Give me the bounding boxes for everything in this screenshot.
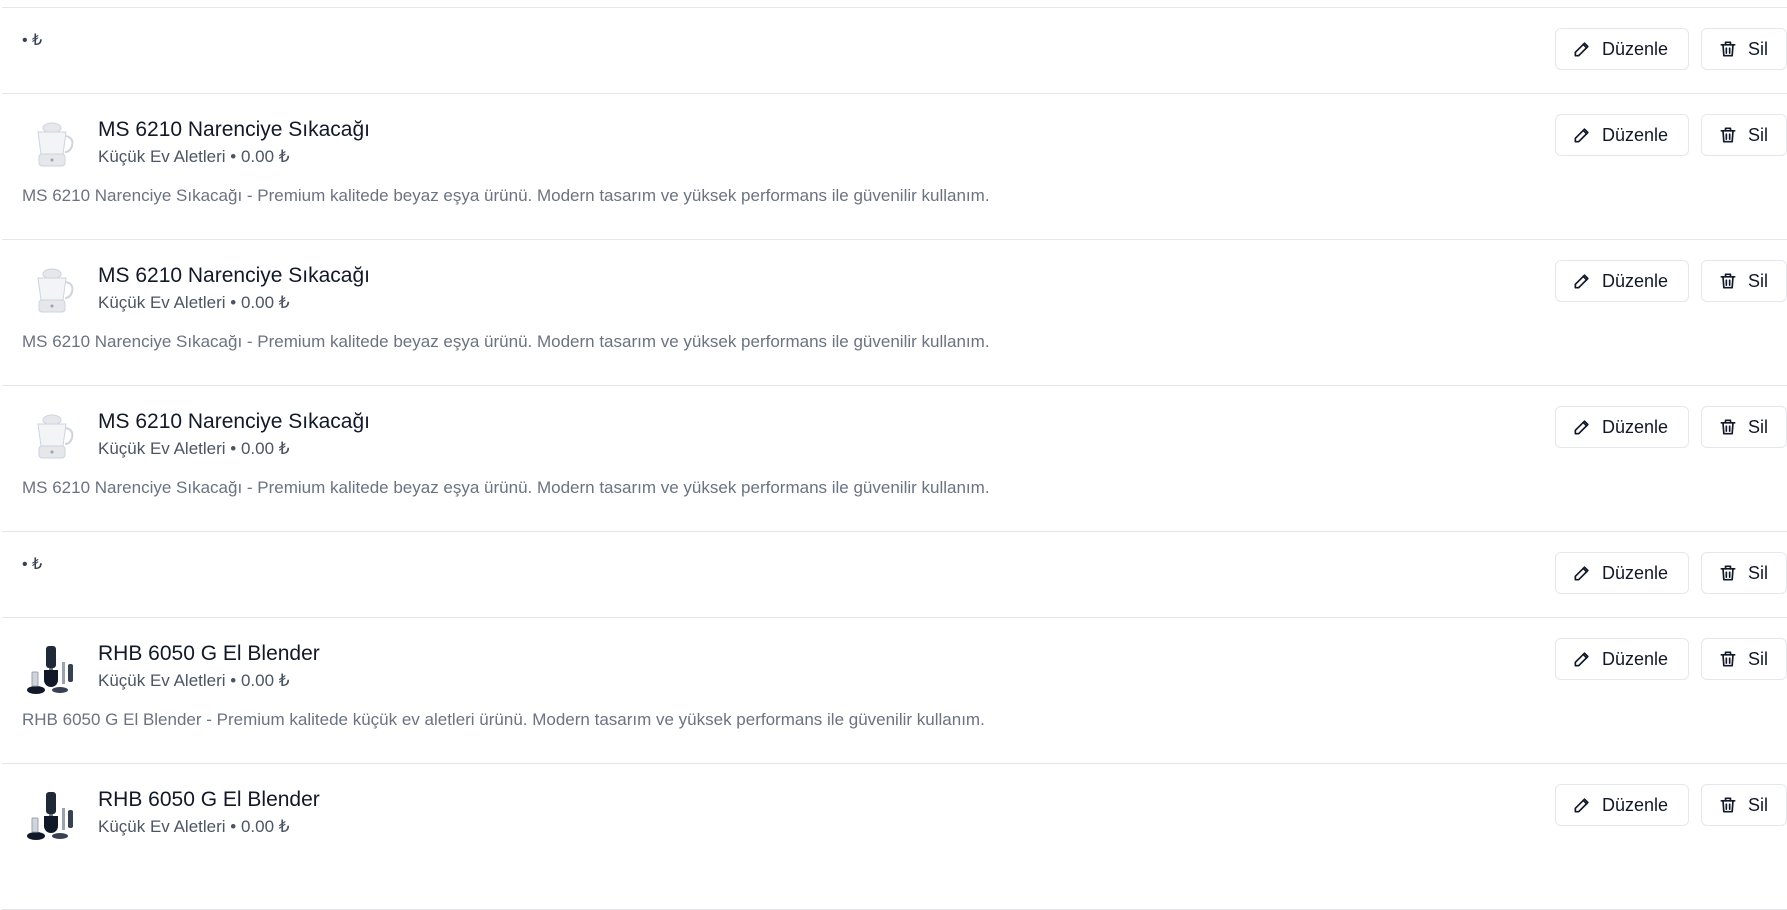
trash-icon: [1720, 273, 1736, 289]
row-actions: Düzenle Sil: [1555, 114, 1787, 156]
trash-icon: [1720, 565, 1736, 581]
product-title: MS 6210 Narenciye Sıkacağı: [98, 118, 370, 141]
product-row: MS 6210 Narenciye Sıkacağı Küçük Ev Alet…: [2, 94, 1787, 240]
edit-button[interactable]: Düzenle: [1555, 28, 1689, 70]
product-title: MS 6210 Narenciye Sıkacağı: [98, 264, 370, 287]
edit-button[interactable]: Düzenle: [1555, 114, 1689, 156]
product-list: • ₺ Düzenle Sil MS 6210 Narenciye Sıkaca…: [2, 7, 1787, 910]
product-description: MS 6210 Narenciye Sıkacağı - Premium kal…: [22, 332, 990, 351]
trash-icon: [1720, 127, 1736, 143]
delete-button-label: Sil: [1748, 124, 1769, 145]
row-actions: Düzenle Sil: [1555, 28, 1787, 70]
product-description: RHB 6050 G El Blender - Premium kalitede…: [22, 710, 985, 729]
edit-button-label: Düzenle: [1602, 416, 1669, 437]
product-title: MS 6210 Narenciye Sıkacağı: [98, 410, 370, 433]
edit-button[interactable]: Düzenle: [1555, 552, 1689, 594]
product-subtitle: Küçük Ev Aletleri • 0.00 ₺: [98, 671, 290, 690]
product-row: RHB 6050 G El Blender Küçük Ev Aletleri …: [2, 618, 1787, 764]
edit-button-label: Düzenle: [1602, 648, 1669, 669]
delete-button-label: Sil: [1748, 38, 1769, 59]
product-row: MS 6210 Narenciye Sıkacağı Küçük Ev Alet…: [2, 240, 1787, 386]
juicer-product-image: [37, 122, 74, 167]
row-actions: Düzenle Sil: [1555, 784, 1787, 826]
delete-button-label: Sil: [1748, 562, 1769, 583]
product-row: RHB 6050 G El Blender Küçük Ev Aletleri …: [2, 764, 1787, 910]
trash-icon: [1720, 419, 1736, 435]
trash-icon: [1720, 651, 1736, 667]
edit-button-label: Düzenle: [1602, 124, 1669, 145]
product-meta: • ₺: [22, 32, 43, 49]
trash-icon: [1720, 797, 1736, 813]
pencil-icon: [1574, 42, 1589, 57]
product-row: • ₺ Düzenle Sil: [2, 532, 1787, 618]
product-subtitle: Küçük Ev Aletleri • 0.00 ₺: [98, 147, 290, 166]
edit-button[interactable]: Düzenle: [1555, 638, 1689, 680]
pencil-icon: [1574, 274, 1589, 289]
edit-button-label: Düzenle: [1602, 794, 1669, 815]
edit-button-label: Düzenle: [1602, 270, 1669, 291]
pencil-icon: [1574, 652, 1589, 667]
delete-button[interactable]: Sil: [1701, 552, 1787, 594]
edit-button-label: Düzenle: [1602, 38, 1669, 59]
product-subtitle: Küçük Ev Aletleri • 0.00 ₺: [98, 439, 290, 458]
product-description: MS 6210 Narenciye Sıkacağı - Premium kal…: [22, 186, 990, 205]
delete-button[interactable]: Sil: [1701, 784, 1787, 826]
delete-button[interactable]: Sil: [1701, 260, 1787, 302]
pencil-icon: [1574, 420, 1589, 435]
product-subtitle: Küçük Ev Aletleri • 0.00 ₺: [98, 293, 290, 312]
delete-button[interactable]: Sil: [1701, 638, 1787, 680]
row-actions: Düzenle Sil: [1555, 552, 1787, 594]
delete-button-label: Sil: [1748, 270, 1769, 291]
product-description: MS 6210 Narenciye Sıkacağı - Premium kal…: [22, 478, 990, 497]
trash-icon: [1720, 41, 1736, 57]
pencil-icon: [1574, 566, 1589, 581]
pencil-icon: [1574, 798, 1589, 813]
delete-button-label: Sil: [1748, 648, 1769, 669]
delete-button[interactable]: Sil: [1701, 406, 1787, 448]
blender-product-image: [27, 646, 73, 694]
juicer-product-image: [37, 414, 74, 459]
row-actions: Düzenle Sil: [1555, 260, 1787, 302]
product-title: RHB 6050 G El Blender: [98, 788, 320, 811]
pencil-icon: [1574, 128, 1589, 143]
product-meta: • ₺: [22, 556, 43, 573]
edit-button-label: Düzenle: [1602, 562, 1669, 583]
product-subtitle: Küçük Ev Aletleri • 0.00 ₺: [98, 817, 290, 836]
delete-button-label: Sil: [1748, 416, 1769, 437]
product-row: • ₺ Düzenle Sil: [2, 8, 1787, 94]
row-actions: Düzenle Sil: [1555, 406, 1787, 448]
product-row: MS 6210 Narenciye Sıkacağı Küçük Ev Alet…: [2, 386, 1787, 532]
edit-button[interactable]: Düzenle: [1555, 406, 1689, 448]
blender-product-image: [27, 792, 73, 840]
product-title: RHB 6050 G El Blender: [98, 642, 320, 665]
edit-button[interactable]: Düzenle: [1555, 260, 1689, 302]
delete-button[interactable]: Sil: [1701, 114, 1787, 156]
edit-button[interactable]: Düzenle: [1555, 784, 1689, 826]
delete-button[interactable]: Sil: [1701, 28, 1787, 70]
juicer-product-image: [37, 268, 74, 313]
row-actions: Düzenle Sil: [1555, 638, 1787, 680]
delete-button-label: Sil: [1748, 794, 1769, 815]
